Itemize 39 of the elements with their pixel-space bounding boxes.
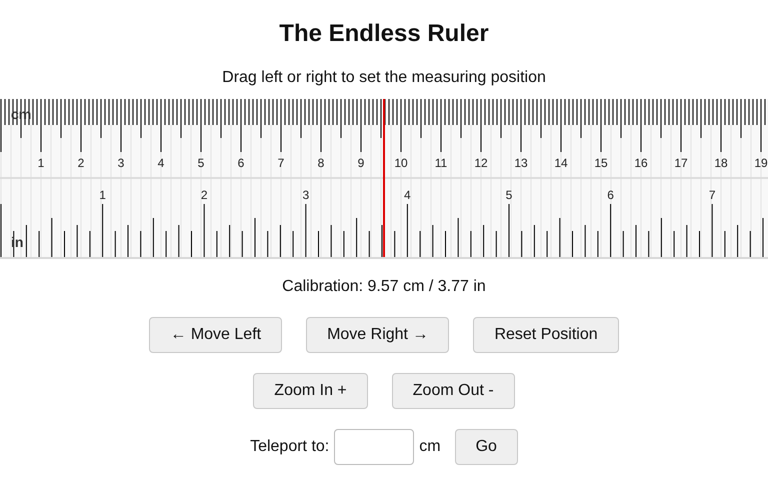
scale-number: 3 <box>302 188 310 202</box>
page-title: The Endless Ruler <box>279 20 489 48</box>
scale-number: 8 <box>318 156 324 170</box>
scale-number: 5 <box>506 188 512 202</box>
scale-number: 1 <box>99 188 106 202</box>
scale-number: 7 <box>708 188 716 202</box>
scale-number: 18 <box>714 156 728 170</box>
scale-number: 17 <box>674 156 688 170</box>
scale-number: 4 <box>158 156 164 170</box>
control-button[interactable]: ← Move Left <box>149 317 282 353</box>
scale-number: 11 <box>434 156 448 170</box>
scale-number: 5 <box>198 156 204 170</box>
scale-number: 7 <box>278 156 284 170</box>
scale-number: 2 <box>200 188 208 202</box>
scale-number: 14 <box>554 156 568 170</box>
control-button[interactable]: Move Right → <box>306 317 450 353</box>
scale-number: 16 <box>634 156 648 170</box>
scale-number: 2 <box>78 156 84 170</box>
teleport-input[interactable] <box>334 429 414 465</box>
scale-number: 6 <box>607 188 614 202</box>
scale-number: 15 <box>594 156 608 170</box>
scale-number: 4 <box>404 188 411 202</box>
instruction-text: Drag left or right to set the measuring position <box>222 68 546 88</box>
control-button[interactable]: Zoom Out - <box>392 373 515 409</box>
unit-label: cm <box>419 438 441 456</box>
scale-number: 6 <box>238 156 244 170</box>
control-button[interactable]: Zoom In + <box>253 373 368 409</box>
scale-number: 10 <box>394 156 408 170</box>
scale-number: 3 <box>118 156 124 170</box>
scale-number: 13 <box>514 156 528 170</box>
go-button[interactable]: Go <box>454 429 518 465</box>
position-marker[interactable] <box>383 99 385 257</box>
scale-number: 12 <box>474 156 488 170</box>
control-button[interactable]: Reset Position <box>473 317 619 353</box>
scale-number: 19 <box>754 156 768 170</box>
scale-number: 1 <box>38 156 44 170</box>
scale-number: 9 <box>358 156 364 170</box>
teleport-label: Teleport to: <box>250 438 330 456</box>
calibration-text: Calibration: 9.57 cm / 3.77 in <box>282 277 486 297</box>
